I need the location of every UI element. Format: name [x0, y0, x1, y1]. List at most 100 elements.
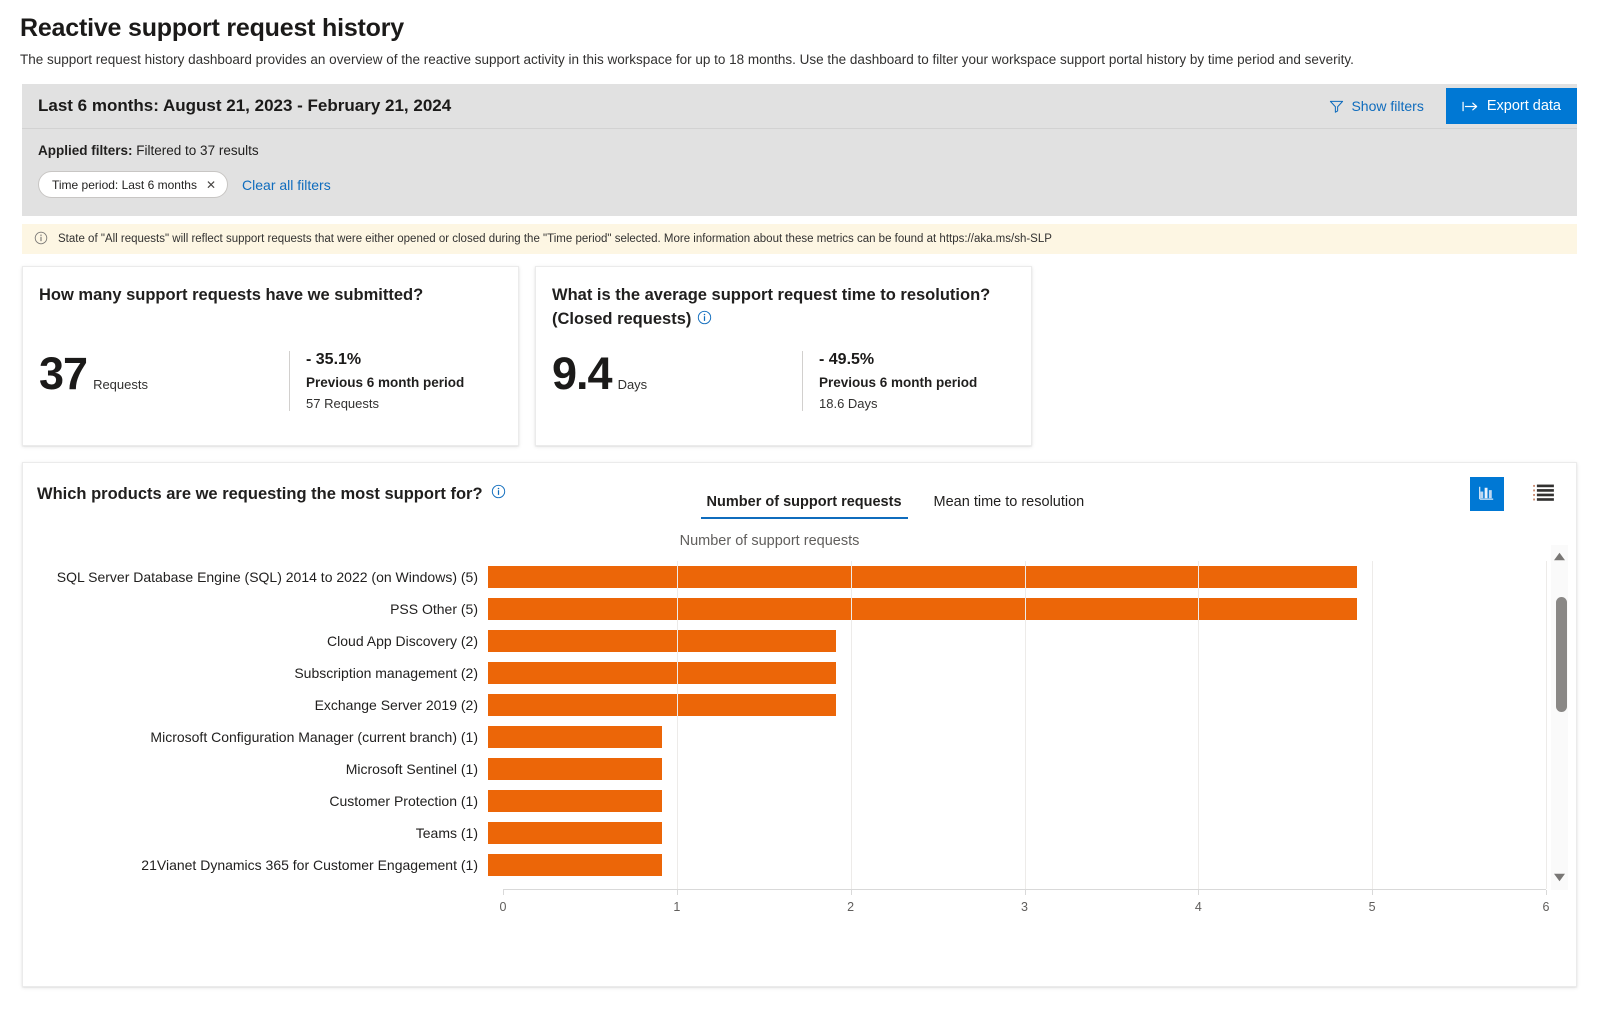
- kpi-main-value-group: 9.4 Days: [552, 351, 802, 396]
- chart-bar[interactable]: [488, 630, 836, 653]
- chart-title: Number of support requests: [679, 533, 860, 550]
- kpi-card-requests: How many support requests have we submit…: [22, 266, 519, 447]
- chart-x-tick-label: 6: [1542, 900, 1550, 915]
- chart-bar-track: [488, 849, 1531, 881]
- chart-bars-container: SQL Server Database Engine (SQL) 2014 to…: [23, 561, 1563, 916]
- show-filters-label: Show filters: [1351, 98, 1424, 115]
- chart-card: Which products are we requesting the mos…: [22, 462, 1577, 988]
- chart-bar[interactable]: [488, 598, 1358, 621]
- chart-bar-row[interactable]: Exchange Server 2019 (2): [23, 689, 1563, 721]
- chart-category-label: SQL Server Database Engine (SQL) 2014 to…: [56, 569, 478, 586]
- chart-category-label: Subscription management (2): [294, 665, 478, 682]
- filter-panel-header: Last 6 months: August 21, 2023 - Februar…: [22, 84, 1577, 130]
- show-filters-button[interactable]: Show filters: [1329, 98, 1445, 114]
- chart-header: Which products are we requesting the mos…: [23, 463, 1576, 525]
- kpi-card-resolution-time: What is the average support request time…: [535, 266, 1032, 447]
- export-data-label: Export data: [1486, 98, 1561, 115]
- chart-bar-row[interactable]: Teams (1): [23, 817, 1563, 849]
- chart-bar-track: [488, 625, 1531, 657]
- info-icon[interactable]: [491, 484, 506, 504]
- tab-mean-time-to-resolution[interactable]: Mean time to resolution: [918, 488, 1101, 519]
- applied-filters-count: Filtered to 37 results: [136, 143, 259, 159]
- chart-plot-area: SQL Server Database Engine (SQL) 2014 to…: [23, 561, 1576, 916]
- chart-bar[interactable]: [488, 566, 1358, 589]
- kpi-delta: - 35.1%: [306, 351, 362, 369]
- chart-bar-row[interactable]: 21Vianet Dynamics 365 for Customer Engag…: [23, 849, 1563, 881]
- chart-category-label: Exchange Server 2019 (2): [314, 697, 478, 714]
- info-icon[interactable]: [697, 310, 712, 330]
- page-title: Reactive support request history: [20, 14, 404, 42]
- chart-bar-row[interactable]: Microsoft Configuration Manager (current…: [23, 721, 1563, 753]
- chart-bar-track: [488, 753, 1531, 785]
- export-icon: [1462, 100, 1479, 113]
- close-icon[interactable]: ✕: [206, 179, 216, 191]
- scrollbar-thumb[interactable]: [1556, 597, 1567, 713]
- funnel-icon: [1329, 99, 1344, 114]
- chart-x-tick-label: 0: [499, 900, 507, 915]
- chart-question: Which products are we requesting the mos…: [37, 484, 506, 504]
- kpi-row: How many support requests have we submit…: [22, 266, 1577, 447]
- kpi-previous-label: Previous 6 month period: [306, 375, 465, 391]
- kpi-body: 37 Requests - 35.1% Previous 6 month per…: [39, 351, 465, 412]
- time-range-label: Last 6 months: August 21, 2023 - Februar…: [38, 96, 452, 116]
- chart-bar-track: [488, 721, 1531, 753]
- chart-bar-track: [488, 657, 1531, 689]
- details-list-view-button[interactable]: [1526, 477, 1560, 511]
- info-banner: State of "All requests" will reflect sup…: [22, 224, 1577, 255]
- chart-category-label: Microsoft Configuration Manager (current…: [150, 729, 478, 746]
- clear-all-filters-link[interactable]: Clear all filters: [242, 177, 331, 193]
- kpi-main-value-group: 37 Requests: [39, 351, 289, 396]
- scroll-up-arrow-icon[interactable]: [1553, 548, 1566, 566]
- chart-bar-row[interactable]: Microsoft Sentinel (1): [23, 753, 1563, 785]
- kpi-comparison: - 35.1% Previous 6 month period 57 Reque…: [289, 351, 465, 412]
- chart-bar-row[interactable]: PSS Other (5): [23, 593, 1563, 625]
- chart-category-label: PSS Other (5): [390, 601, 478, 618]
- chart-bar[interactable]: [488, 822, 662, 845]
- dashboard-page: Reactive support request history The sup…: [0, 0, 1599, 1023]
- chart-bar-row[interactable]: Cloud App Discovery (2): [23, 625, 1563, 657]
- filter-chip-time-period[interactable]: Time period: Last 6 months ✕: [38, 171, 229, 199]
- chart-bar[interactable]: [488, 758, 662, 781]
- chart-bar-row[interactable]: Customer Protection (1): [23, 785, 1563, 817]
- chart-bar-track: [488, 817, 1531, 849]
- chart-bar-row[interactable]: Subscription management (2): [23, 657, 1563, 689]
- view-toggle-group: [1470, 477, 1560, 512]
- chart-scrollbar[interactable]: [1551, 545, 1568, 891]
- chart-tabs: Number of support requests Mean time to …: [691, 463, 1101, 525]
- scrollbar-track[interactable]: [1554, 575, 1567, 860]
- kpi-question-wrap: How many support requests have we submit…: [39, 284, 498, 308]
- chart-bar-track: [488, 593, 1531, 625]
- kpi-previous-value: 18.6 Days: [819, 396, 878, 412]
- chart-question-label: Which products are we requesting the mos…: [37, 484, 483, 503]
- filter-panel: Last 6 months: August 21, 2023 - Februar…: [22, 84, 1577, 217]
- kpi-previous-value: 57 Requests: [306, 396, 379, 412]
- chart-bar-row[interactable]: SQL Server Database Engine (SQL) 2014 to…: [23, 561, 1563, 593]
- scroll-down-arrow-icon[interactable]: [1553, 869, 1566, 887]
- chart-x-tick-label: 3: [1021, 900, 1028, 915]
- chart-bar[interactable]: [488, 662, 836, 685]
- chart-bar-track: [488, 689, 1531, 721]
- chart-x-tick-label: 1: [673, 900, 681, 915]
- kpi-value: 9.4: [552, 348, 613, 400]
- chart-bar[interactable]: [488, 694, 836, 717]
- chart-category-label: Microsoft Sentinel (1): [345, 761, 478, 778]
- chart-category-label: Teams (1): [415, 825, 478, 842]
- kpi-comparison: - 49.5% Previous 6 month period 18.6 Day…: [802, 351, 977, 412]
- bar-chart-icon: [1478, 483, 1497, 505]
- info-banner-text: State of "All requests" will reflect sup…: [58, 233, 1052, 246]
- chart-bar[interactable]: [488, 726, 662, 749]
- chart-bar[interactable]: [488, 790, 662, 813]
- filter-chips-row: Time period: Last 6 months ✕ Clear all f…: [38, 171, 1577, 199]
- kpi-body: 9.4 Days - 49.5% Previous 6 month period…: [552, 351, 977, 412]
- export-data-button[interactable]: Export data: [1445, 88, 1577, 125]
- chart-x-tick-label: 4: [1194, 900, 1202, 915]
- filter-panel-actions: Show filters Export data: [1329, 84, 1577, 129]
- tab-number-of-support-requests[interactable]: Number of support requests: [691, 488, 918, 520]
- chart-category-label: 21Vianet Dynamics 365 for Customer Engag…: [141, 857, 478, 874]
- chart-category-label: Customer Protection (1): [329, 793, 478, 810]
- chart-category-label: Cloud App Discovery (2): [327, 633, 478, 650]
- bar-chart-view-button[interactable]: [1470, 477, 1504, 512]
- kpi-question: How many support requests have we submit…: [39, 286, 424, 305]
- chart-bar[interactable]: [488, 854, 662, 877]
- chart-x-tick-label: 5: [1368, 900, 1376, 915]
